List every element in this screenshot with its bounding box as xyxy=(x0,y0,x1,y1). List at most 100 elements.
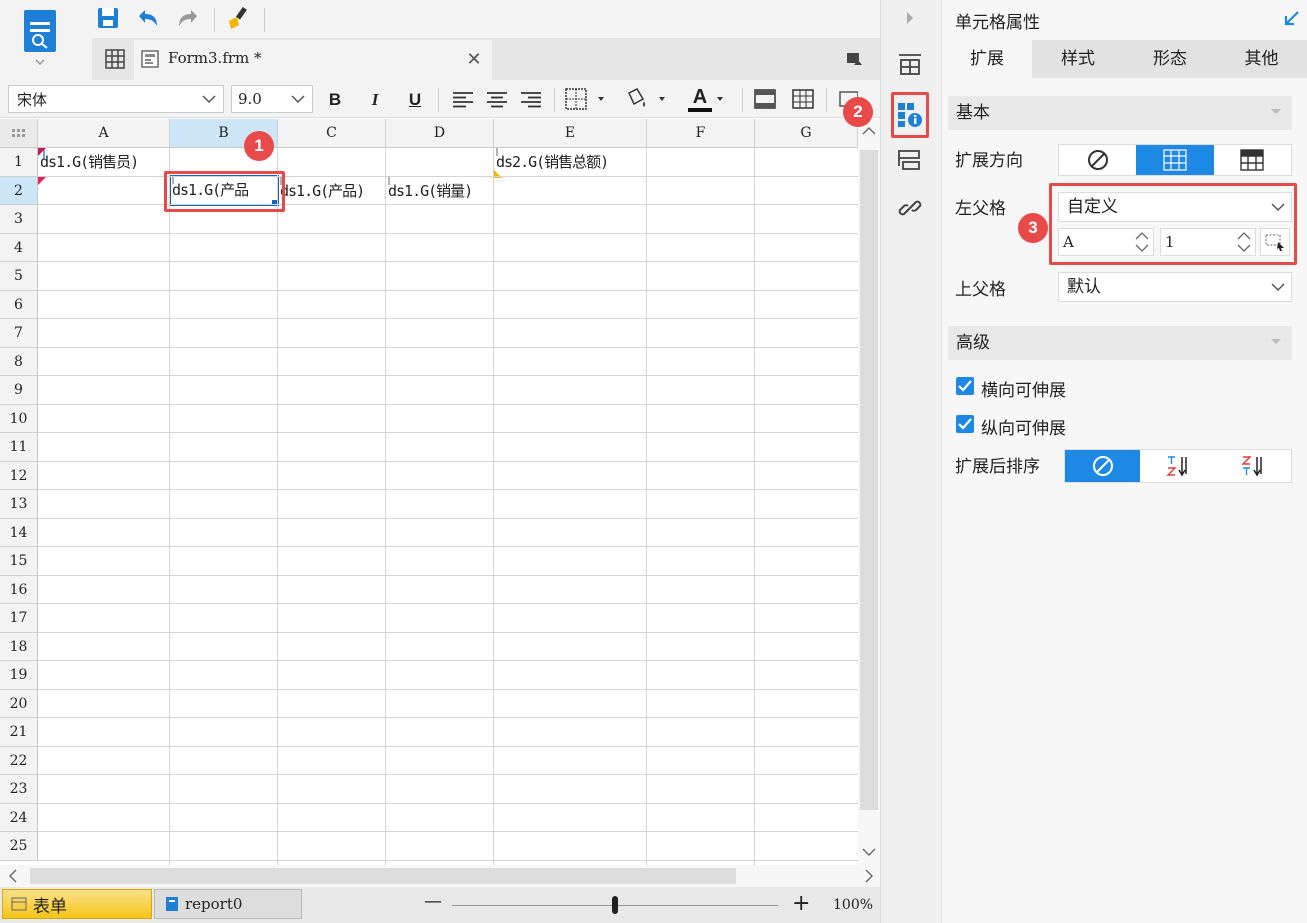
spinner-icon[interactable] xyxy=(1235,230,1253,254)
grid-line xyxy=(38,546,858,547)
row-header[interactable]: 25 xyxy=(0,832,38,861)
column-header-c[interactable]: C xyxy=(278,119,386,148)
report-menu-icon[interactable] xyxy=(18,6,62,66)
align-center-icon[interactable] xyxy=(484,88,510,112)
undo-icon[interactable] xyxy=(134,4,162,32)
sheet-tab-form[interactable]: 表单 xyxy=(2,889,152,919)
top-parent-select[interactable]: 默认 xyxy=(1058,272,1292,302)
row-header[interactable]: 17 xyxy=(0,604,38,633)
tab-other[interactable]: 其他 xyxy=(1216,40,1307,78)
row-header[interactable]: 3 xyxy=(0,205,38,234)
dock-panel-icon[interactable] xyxy=(1280,8,1302,30)
cell-properties-icon[interactable] xyxy=(896,99,924,131)
tab-expand[interactable]: 扩展 xyxy=(942,40,1032,78)
row-header[interactable]: 24 xyxy=(0,803,38,832)
row-header[interactable]: 15 xyxy=(0,547,38,576)
tab-form[interactable]: 形态 xyxy=(1124,40,1216,78)
condition-attributes-icon[interactable] xyxy=(894,146,926,174)
row-header[interactable]: 13 xyxy=(0,490,38,519)
row-header[interactable]: 22 xyxy=(0,746,38,775)
vertical-expand-checkbox[interactable] xyxy=(956,415,974,433)
expand-none-button[interactable] xyxy=(1059,145,1136,175)
collapse-panel-icon[interactable] xyxy=(898,6,922,30)
spreadsheet-grid[interactable]: A B C D E F G ds1.G(销售员) ds2.G(销售总额) ds1… xyxy=(0,119,858,865)
bold-button[interactable]: B xyxy=(322,87,348,113)
merge-cells-icon[interactable] xyxy=(752,87,778,111)
row-header[interactable]: 19 xyxy=(0,661,38,690)
row-header[interactable]: 2 xyxy=(0,176,38,205)
border-icon[interactable] xyxy=(562,86,608,112)
sort-none-button[interactable] xyxy=(1065,450,1141,482)
row-header[interactable]: 14 xyxy=(0,518,38,547)
align-left-icon[interactable] xyxy=(450,88,476,112)
left-parent-select[interactable]: 自定义 xyxy=(1058,192,1292,222)
row-header[interactable]: 16 xyxy=(0,575,38,604)
row-header[interactable]: 9 xyxy=(0,376,38,405)
column-header-f[interactable]: F xyxy=(647,119,755,148)
italic-button[interactable]: I xyxy=(362,87,388,113)
font-color-icon[interactable]: A xyxy=(682,84,732,114)
pick-cell-icon[interactable] xyxy=(1260,228,1290,256)
row-header[interactable]: 1 xyxy=(0,148,38,177)
redo-icon[interactable] xyxy=(174,4,202,32)
grid-view-icon[interactable] xyxy=(102,46,128,72)
fill-color-icon[interactable] xyxy=(620,86,670,112)
left-parent-value: 自定义 xyxy=(1067,197,1118,217)
cell-e1[interactable]: ds2.G(销售总额) xyxy=(496,148,646,176)
expand-marker-icon xyxy=(38,177,46,185)
horizontal-expand-checkbox[interactable] xyxy=(956,377,974,395)
save-icon[interactable] xyxy=(94,4,122,32)
split-cells-icon[interactable] xyxy=(790,87,816,111)
cell-a1[interactable]: ds1.G(销售员) xyxy=(40,148,170,176)
tab-style[interactable]: 样式 xyxy=(1032,40,1124,78)
row-header[interactable]: 11 xyxy=(0,433,38,462)
section-basic[interactable]: 基本 xyxy=(948,96,1292,130)
scroll-right-icon[interactable] xyxy=(860,867,878,885)
row-header[interactable]: 6 xyxy=(0,290,38,319)
row-header[interactable]: 12 xyxy=(0,461,38,490)
scroll-left-icon[interactable] xyxy=(4,867,22,885)
format-painter-icon[interactable] xyxy=(224,4,252,32)
row-header[interactable]: 8 xyxy=(0,347,38,376)
row-header[interactable]: 4 xyxy=(0,233,38,262)
align-right-icon[interactable] xyxy=(518,88,544,112)
tab-list-icon[interactable] xyxy=(842,48,866,70)
column-header-a[interactable]: A xyxy=(38,119,170,148)
sheet-tab-report[interactable]: report0 xyxy=(154,889,302,919)
section-advanced[interactable]: 高级 xyxy=(948,326,1292,360)
select-all-corner[interactable] xyxy=(0,119,38,148)
close-tab-icon[interactable]: ✕ xyxy=(464,49,484,70)
row-header[interactable]: 10 xyxy=(0,404,38,433)
column-header-d[interactable]: D xyxy=(386,119,494,148)
row-header[interactable]: 18 xyxy=(0,632,38,661)
column-header-e[interactable]: E xyxy=(494,119,647,148)
left-parent-column-input[interactable]: A xyxy=(1058,228,1154,256)
column-header-g[interactable]: G xyxy=(755,119,858,148)
spinner-icon[interactable] xyxy=(1133,230,1151,254)
expand-vertical-button[interactable] xyxy=(1136,145,1214,175)
vertical-scroll-thumb[interactable] xyxy=(860,150,878,810)
cell-d2[interactable]: ds1.G(销量) xyxy=(388,177,494,205)
sort-ascending-icon[interactable] xyxy=(1140,450,1215,482)
widget-properties-icon[interactable] xyxy=(894,48,926,80)
row-header[interactable]: 21 xyxy=(0,718,38,747)
row-header[interactable]: 20 xyxy=(0,689,38,718)
expand-horizontal-button[interactable] xyxy=(1214,145,1291,175)
underline-button[interactable]: U xyxy=(402,87,428,113)
hyperlink-icon[interactable] xyxy=(894,194,926,222)
zoom-in-button[interactable]: + xyxy=(792,891,810,917)
sort-descending-icon[interactable] xyxy=(1216,450,1291,482)
font-name-select[interactable]: 宋体 xyxy=(8,85,224,113)
collapse-section-icon[interactable] xyxy=(1270,108,1282,116)
row-header[interactable]: 5 xyxy=(0,262,38,291)
cell-c2[interactable]: ds1.G(产品) xyxy=(280,177,386,205)
horizontal-scroll-thumb[interactable] xyxy=(30,868,736,884)
collapse-section-icon[interactable] xyxy=(1270,338,1282,346)
scroll-down-icon[interactable] xyxy=(859,843,879,861)
zoom-out-button[interactable]: — xyxy=(424,891,442,912)
zoom-slider-thumb[interactable] xyxy=(612,896,618,914)
font-size-select[interactable]: 9.0 xyxy=(231,85,313,113)
left-parent-row-input[interactable]: 1 xyxy=(1160,228,1256,256)
row-header[interactable]: 7 xyxy=(0,319,38,348)
row-header[interactable]: 23 xyxy=(0,775,38,804)
